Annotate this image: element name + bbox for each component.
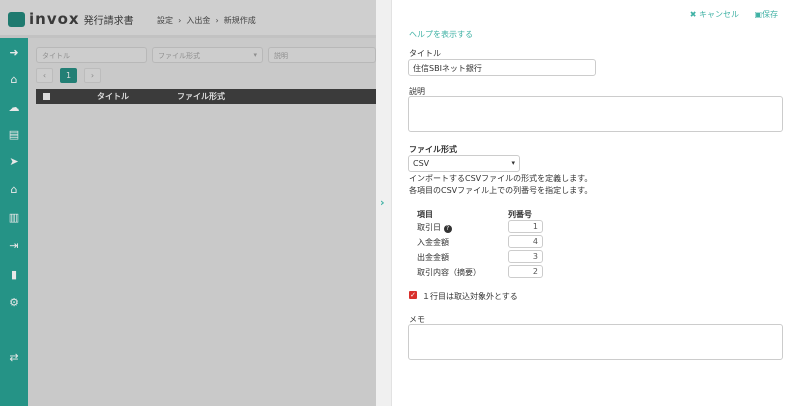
save-icon: ▣ <box>754 10 762 19</box>
column-title[interactable]: タイトル <box>97 91 129 102</box>
mapping-label: 出金金額 <box>417 253 449 262</box>
breadcrumb-item[interactable]: 入出金 <box>186 16 210 25</box>
breadcrumb-item: 新規作成 <box>223 16 256 25</box>
column-number-input[interactable]: 3 <box>508 250 543 263</box>
column-number-input[interactable]: 1 <box>508 220 543 233</box>
mapping-label: 取引内容（摘要） <box>417 268 481 277</box>
cancel-label: キャンセル <box>699 10 739 19</box>
edit-panel: ✖ キャンセル ▣保存 ヘルプを表示する タイトル 住信SBIネット銀行 説明 … <box>392 0 800 406</box>
page-1-button[interactable]: 1 <box>60 68 77 83</box>
column-format[interactable]: ファイル形式 <box>177 91 225 102</box>
breadcrumb-item[interactable]: 設定 <box>157 16 173 25</box>
save-label: 保存 <box>762 10 778 19</box>
building-icon[interactable]: ▥ <box>8 212 20 224</box>
desc-filter-input[interactable]: 説明 <box>268 47 376 63</box>
title-label: タイトル <box>409 49 441 58</box>
select-all-checkbox[interactable] <box>43 93 50 100</box>
mapping-label: 取引日 <box>417 223 441 232</box>
export-icon[interactable]: ⇥ <box>8 240 20 252</box>
logo: invox 発行請求書 <box>8 10 134 28</box>
table-header: タイトル ファイル形式 <box>36 89 376 104</box>
format-select[interactable]: CSV ▾ <box>408 155 520 172</box>
format-filter-select[interactable]: ファイル形式 ▾ <box>152 47 263 63</box>
title-filter-input[interactable]: タイトル <box>36 47 147 63</box>
product-name: 発行請求書 <box>83 15 134 27</box>
sidebar: ➜ ⌂ ☁ ▤ ➤ ⌂ ▥ ⇥ ▮ ⚙ ⇄ <box>0 38 28 406</box>
caret-down-icon: ▾ <box>253 51 257 59</box>
app-header: invox 発行請求書 設定 › 入出金 › 新規作成 <box>0 0 376 38</box>
format-value: CSV <box>413 159 430 168</box>
info-text: インポートするCSVファイルの形式を定義します。 <box>409 174 593 183</box>
arrow-right-circle-icon[interactable]: ➜ <box>8 47 20 59</box>
help-link[interactable]: ヘルプを表示する <box>409 29 473 40</box>
brand-name: invox <box>29 10 80 28</box>
home-icon[interactable]: ⌂ <box>8 74 20 86</box>
close-icon: ✖ <box>689 10 697 19</box>
breadcrumb: 設定 › 入出金 › 新規作成 <box>157 16 256 25</box>
cancel-button[interactable]: ✖ キャンセル <box>690 9 739 20</box>
column-number-header: 列番号 <box>508 210 532 219</box>
mapping-row: 取引日 ? <box>417 222 452 233</box>
bank-icon[interactable]: ⌂ <box>8 184 20 196</box>
help-circle-icon[interactable]: ? <box>443 225 452 233</box>
collapse-strip[interactable]: › <box>376 0 392 406</box>
chart-icon[interactable]: ▮ <box>8 269 20 281</box>
format-filter-label: ファイル形式 <box>158 52 200 60</box>
caret-down-icon: ▾ <box>511 159 515 167</box>
save-button[interactable]: ▣保存 <box>754 9 778 20</box>
background-page: invox 発行請求書 設定 › 入出金 › 新規作成 ➜ ⌂ ☁ ▤ ➤ ⌂ … <box>0 0 376 406</box>
logo-icon <box>8 11 25 27</box>
memo-textarea[interactable] <box>408 324 783 360</box>
next-page-button[interactable]: › <box>84 68 101 83</box>
swap-icon[interactable]: ⇄ <box>8 352 20 364</box>
column-number-input[interactable]: 4 <box>508 235 543 248</box>
mapping-label: 入金金額 <box>417 238 449 247</box>
desc-textarea[interactable] <box>408 96 783 132</box>
column-number-input[interactable]: 2 <box>508 265 543 278</box>
send-icon[interactable]: ➤ <box>8 156 20 168</box>
document-icon[interactable]: ▤ <box>8 129 20 141</box>
title-input[interactable]: 住信SBIネット銀行 <box>408 59 596 76</box>
format-label: ファイル形式 <box>409 145 457 154</box>
cloud-upload-icon[interactable]: ☁ <box>8 102 20 114</box>
chevron-right-icon[interactable]: › <box>380 196 385 209</box>
column-item-header: 項目 <box>417 210 433 219</box>
prev-page-button[interactable]: ‹ <box>36 68 53 83</box>
info-text: 各項目のCSVファイル上での列番号を指定します。 <box>409 186 593 195</box>
skip-first-row-checkbox[interactable]: ✓ <box>409 291 417 299</box>
skip-first-row-label[interactable]: １行目は取込対象外とする <box>422 291 518 302</box>
gear-icon[interactable]: ⚙ <box>8 297 20 309</box>
